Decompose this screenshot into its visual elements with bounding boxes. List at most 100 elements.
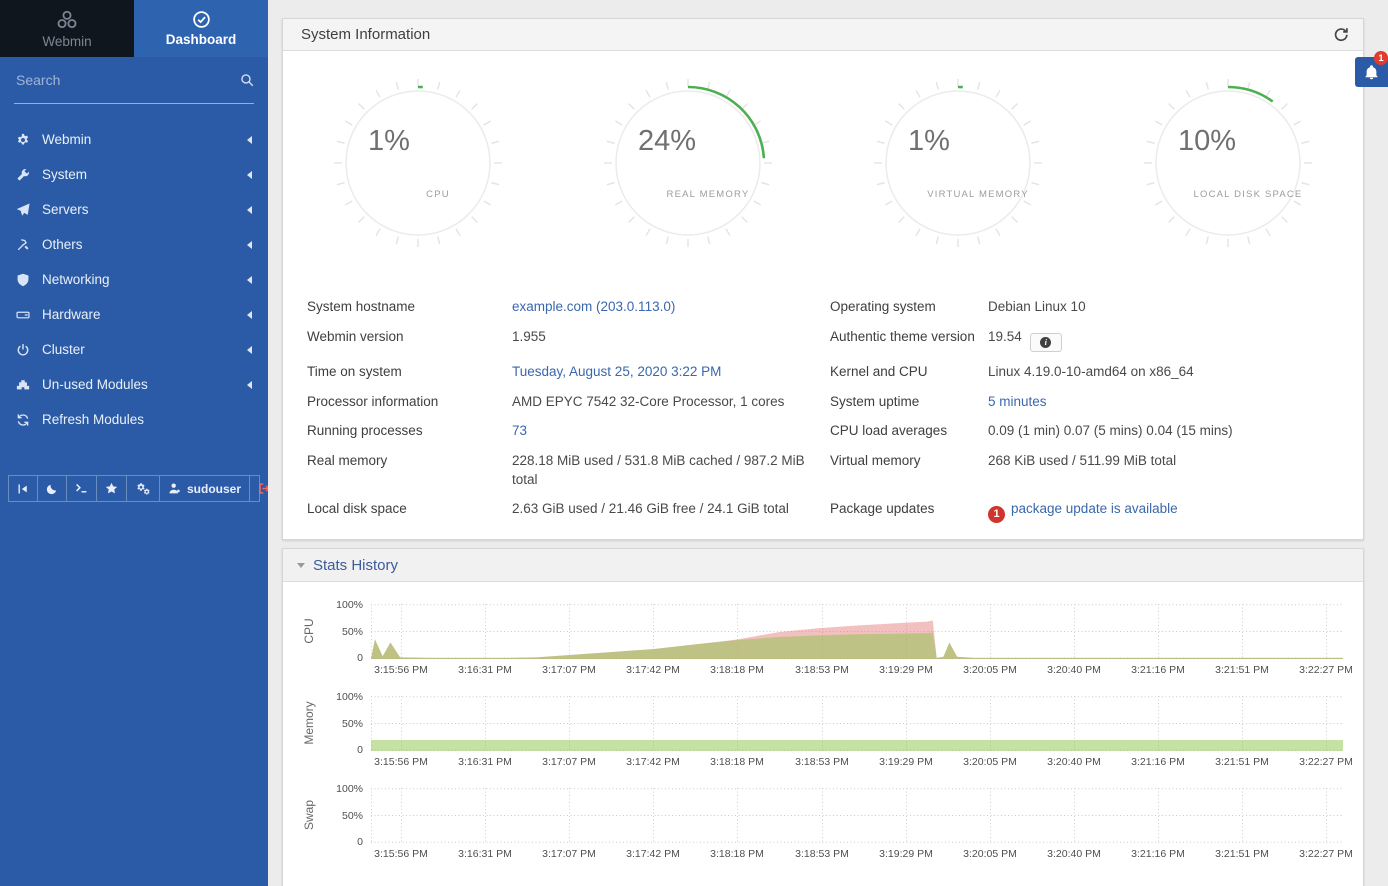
info-link[interactable]: 5 minutes [988, 394, 1047, 409]
x-tick-label: 3:22:27 PM [1299, 664, 1353, 676]
collapse-sidebar-button[interactable] [9, 476, 38, 501]
info-text: Debian Linux 10 [988, 299, 1086, 314]
chart-swap: Swap100%50%03:15:56 PM3:16:31 PM3:17:07 … [283, 788, 1363, 880]
info-label: Authentic theme version [830, 327, 988, 357]
info-link[interactable]: Tuesday, August 25, 2020 3:22 PM [512, 364, 721, 379]
info-link[interactable]: 73 [512, 423, 527, 438]
gauge-cpu: 1% CPU [283, 77, 553, 249]
user-menu-button[interactable]: sudouser [160, 476, 250, 501]
theme-configuration-button[interactable] [127, 476, 160, 501]
search-input[interactable] [14, 71, 240, 89]
info-link[interactable]: example.com (203.0.113.0) [512, 299, 675, 314]
search-icon[interactable] [240, 73, 254, 87]
svg-text:1%: 1% [908, 125, 950, 157]
info-label: Virtual memory [830, 451, 988, 481]
sidebar-item-refresh-modules[interactable]: Refresh Modules [0, 402, 268, 437]
x-tick-label: 3:15:56 PM [374, 664, 428, 676]
system-information-panel: System Information 1% CPU 24% REAL MEMOR… [282, 18, 1364, 540]
terminal-icon [75, 482, 88, 495]
sidebar-item-label: Webmin [42, 132, 91, 147]
refresh-icon[interactable] [1333, 27, 1349, 43]
sidebar-item-un-used-modules[interactable]: Un-used Modules [0, 367, 268, 402]
info-label: Real memory [307, 451, 512, 481]
x-tick-label: 3:21:16 PM [1131, 756, 1185, 768]
info-text: 2.63 GiB used / 21.46 GiB free / 24.1 Gi… [512, 501, 789, 516]
info-link[interactable]: package update is available [1011, 501, 1178, 516]
x-axis-ticks: 3:15:56 PM3:16:31 PM3:17:07 PM3:17:42 PM… [371, 756, 1343, 770]
bell-icon [1364, 65, 1379, 80]
sidebar-item-system[interactable]: System [0, 157, 268, 192]
x-tick-label: 3:17:07 PM [542, 664, 596, 676]
night-mode-button[interactable] [38, 476, 67, 501]
caret-left-icon [247, 206, 252, 214]
tab-webmin[interactable]: Webmin [0, 0, 134, 57]
sidebar-item-webmin[interactable]: Webmin [0, 122, 268, 157]
search-row [14, 57, 254, 104]
x-tick-label: 3:21:51 PM [1215, 664, 1269, 676]
info-label: Webmin version [307, 327, 512, 357]
info-label: Processor information [307, 392, 512, 422]
stats-history-title: Stats History [313, 557, 398, 574]
x-tick-label: 3:16:31 PM [458, 756, 512, 768]
x-tick-label: 3:21:16 PM [1131, 848, 1185, 860]
x-tick-label: 3:18:18 PM [710, 848, 764, 860]
info-text: 1.955 [512, 329, 546, 344]
puzzle-icon [16, 378, 42, 392]
info-label: CPU load averages [830, 421, 988, 451]
power-icon [16, 343, 42, 357]
svg-text:LOCAL DISK SPACE: LOCAL DISK SPACE [1194, 189, 1303, 200]
sidebar-item-label: Servers [42, 202, 89, 217]
sidebar-item-label: System [42, 167, 87, 182]
info-text: AMD EPYC 7542 32-Core Processor, 1 cores [512, 394, 784, 409]
notification-bell-button[interactable]: 1 [1355, 57, 1388, 87]
sidebar-menu: Webmin System Servers Others Networking Hardw… [0, 122, 268, 437]
theme-info-button[interactable]: i [1030, 333, 1062, 352]
svg-text:1%: 1% [368, 125, 410, 157]
chart-plot-area [371, 696, 1343, 751]
info-label: Time on system [307, 362, 512, 392]
chevron-down-icon [297, 563, 305, 568]
x-axis-ticks: 3:15:56 PM3:16:31 PM3:17:07 PM3:17:42 PM… [371, 664, 1343, 678]
sidebar-item-networking[interactable]: Networking [0, 262, 268, 297]
tab-dashboard-label: Dashboard [166, 32, 237, 47]
sidebar-item-label: Refresh Modules [42, 412, 144, 427]
x-tick-label: 3:19:29 PM [879, 756, 933, 768]
sidebar-item-others[interactable]: Others [0, 227, 268, 262]
webmin-logo-icon [56, 9, 78, 31]
x-tick-label: 3:20:40 PM [1047, 848, 1101, 860]
page-title: System Information [301, 26, 430, 43]
svg-text:REAL MEMORY: REAL MEMORY [667, 189, 750, 200]
x-tick-label: 3:15:56 PM [374, 756, 428, 768]
x-tick-label: 3:22:27 PM [1299, 756, 1353, 768]
info-text: 19.54 [988, 329, 1022, 344]
caret-left-icon [247, 381, 252, 389]
caret-left-icon [247, 136, 252, 144]
chart-plot-area [371, 604, 1343, 659]
x-tick-label: 3:19:29 PM [879, 664, 933, 676]
sidebar-item-servers[interactable]: Servers [0, 192, 268, 227]
package-count-badge: 1 [988, 506, 1005, 523]
chart-axis-label: Memory [302, 701, 316, 744]
tab-webmin-label: Webmin [42, 34, 91, 49]
info-value: Debian Linux 10 [988, 297, 1339, 327]
sidebar-item-hardware[interactable]: Hardware [0, 297, 268, 332]
info-value: 0.09 (1 min) 0.07 (5 mins) 0.04 (15 mins… [988, 421, 1339, 451]
sidebar-item-label: Networking [42, 272, 110, 287]
info-value: Tuesday, August 25, 2020 3:22 PM [512, 362, 830, 392]
favorites-button[interactable] [97, 476, 127, 501]
tab-dashboard[interactable]: Dashboard [134, 0, 268, 57]
y-tick-label: 100% [317, 691, 363, 703]
system-info-table: System hostnameexample.com (203.0.113.0)… [307, 297, 1339, 534]
system-information-header: System Information [283, 19, 1363, 51]
x-tick-label: 3:17:42 PM [626, 756, 680, 768]
wrench-icon [16, 168, 42, 182]
terminal-button[interactable] [67, 476, 97, 501]
caret-left-icon [247, 171, 252, 179]
sidebar-item-cluster[interactable]: Cluster [0, 332, 268, 367]
stats-history-header[interactable]: Stats History [283, 549, 1363, 582]
x-tick-label: 3:20:40 PM [1047, 664, 1101, 676]
x-tick-label: 3:18:53 PM [795, 848, 849, 860]
moon-icon [46, 483, 58, 495]
x-tick-label: 3:20:05 PM [963, 848, 1017, 860]
collapse-icon [17, 483, 29, 495]
